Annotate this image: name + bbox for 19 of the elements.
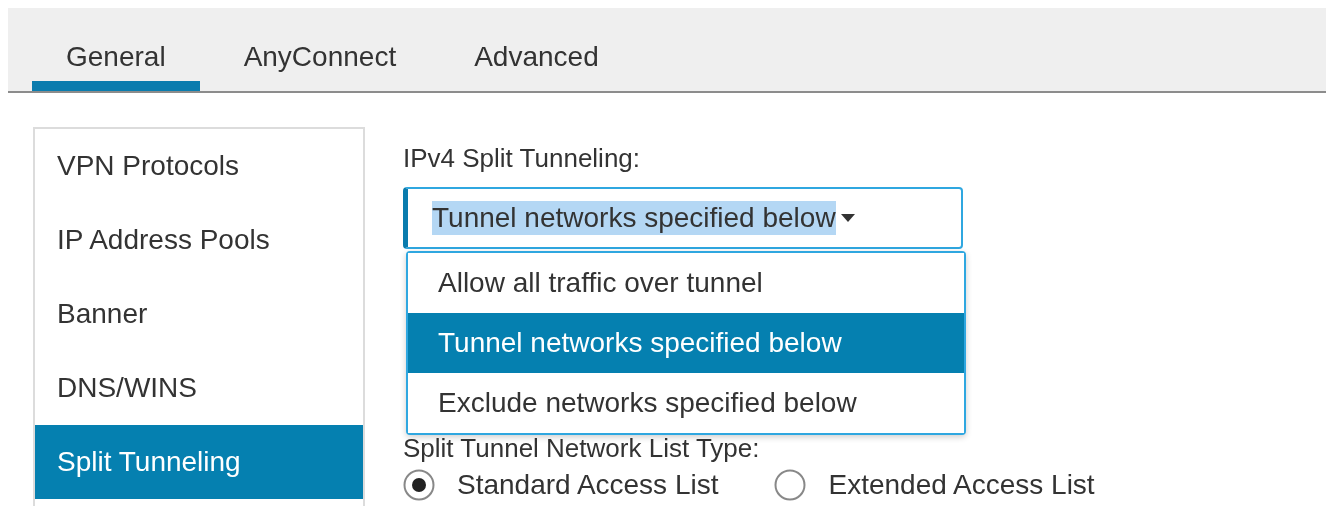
sidebar-item[interactable]: IP Address Pools bbox=[35, 203, 363, 277]
sidebar-item[interactable]: Banner bbox=[35, 277, 363, 351]
sidebar-item[interactable]: DNS/WINS bbox=[35, 351, 363, 425]
radio-option[interactable]: Extended Access List bbox=[774, 469, 1095, 501]
sidebar-item[interactable]: Split Tunneling bbox=[35, 425, 363, 499]
tab[interactable]: Advanced bbox=[440, 8, 633, 91]
dropdown-option[interactable]: Exclude networks specified below bbox=[408, 373, 964, 433]
dropdown-option[interactable]: Allow all traffic over tunnel bbox=[408, 253, 964, 313]
caret-icon bbox=[839, 213, 856, 223]
tab[interactable]: AnyConnect bbox=[209, 8, 431, 91]
tab[interactable]: General bbox=[32, 8, 200, 91]
field-label: IPv4 Split Tunneling: bbox=[403, 143, 641, 173]
field-label: Split Tunnel Network List Type: bbox=[403, 433, 760, 463]
dropdown-option[interactable]: Tunnel networks specified below bbox=[408, 313, 964, 373]
radio-button[interactable] bbox=[403, 469, 435, 501]
dropdown[interactable]: Tunnel networks specified below bbox=[403, 187, 963, 249]
radio-button[interactable] bbox=[774, 469, 807, 501]
radio-option[interactable]: Standard Access List bbox=[403, 469, 719, 501]
sidebar-item[interactable]: VPN Protocols bbox=[35, 129, 363, 203]
